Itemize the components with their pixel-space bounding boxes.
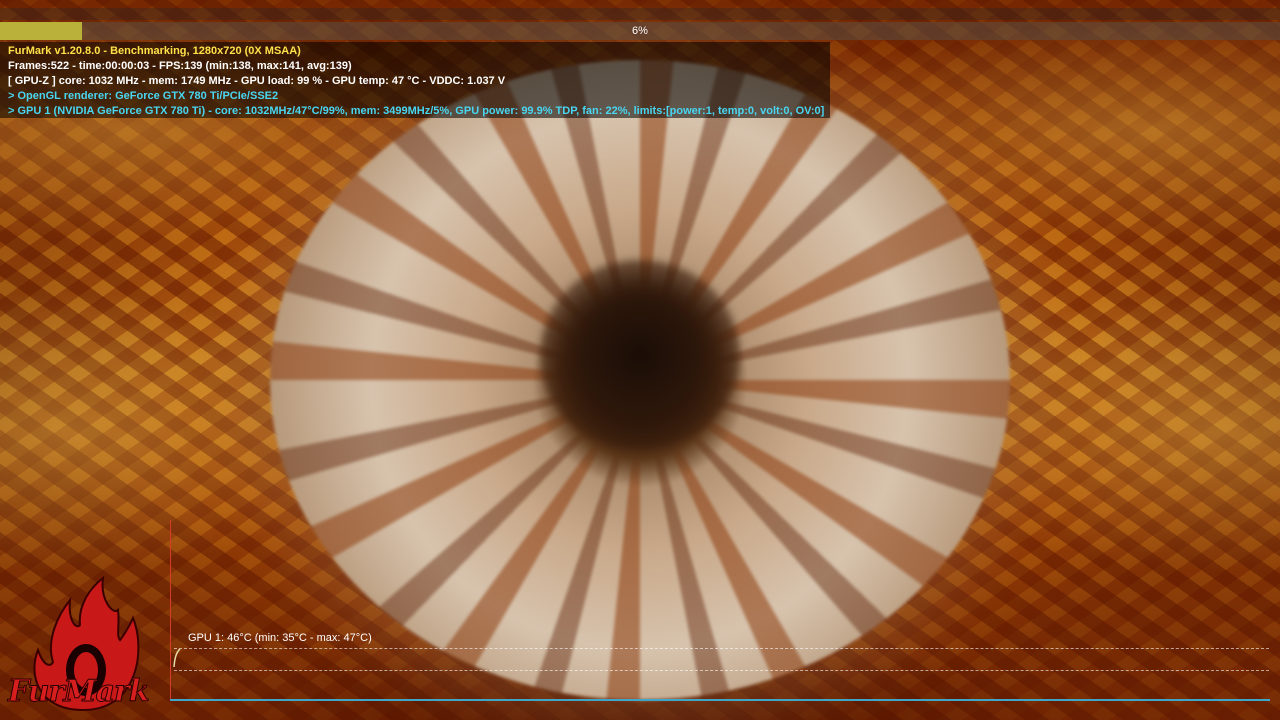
graph-max-line [174,648,1269,649]
osd-frames: Frames:522 - time:00:00:03 - FPS:139 (mi… [8,60,352,72]
osd-gpuz: [ GPU-Z ] core: 1032 MHz - mem: 1749 MHz… [8,75,506,87]
furmark-window: 6% FurMark v1.20.8.0 - Benchmarking, 128… [0,0,1280,720]
top-strip [0,8,1280,20]
gpu-temp-label: GPU 1: 46°C (min: 35°C - max: 47°C) [188,632,372,644]
graph-min-line [174,670,1269,671]
osd-title: FurMark v1.20.8.0 - Benchmarking, 1280x7… [8,45,301,57]
graph-x-axis [170,699,1270,701]
fur-donut-center [540,260,740,450]
furmark-wordmark: FurMark [8,674,151,710]
benchmark-progress-bar: 6% [0,22,1280,40]
graph-y-axis [170,520,171,700]
temperature-curve [173,648,181,668]
progress-percent: 6% [632,25,648,37]
osd-renderer: > OpenGL renderer: GeForce GTX 780 Ti/PC… [8,90,279,102]
temperature-graph [170,520,1270,701]
osd-gpu-detail: > GPU 1 (NVIDIA GeForce GTX 780 Ti) - co… [8,105,825,117]
